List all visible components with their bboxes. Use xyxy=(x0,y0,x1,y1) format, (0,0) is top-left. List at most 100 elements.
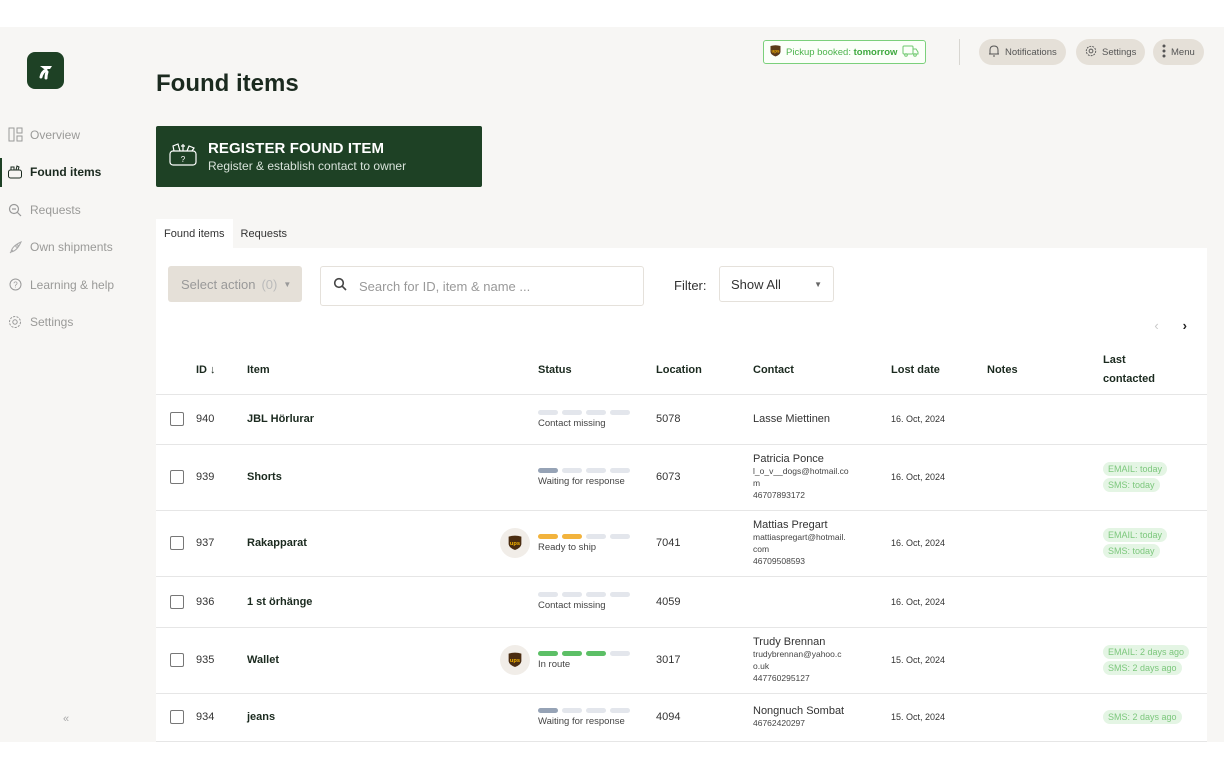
cell-last-contacted: SMS: 2 days ago xyxy=(1103,693,1207,742)
table-row[interactable]: 934 jeans Waiting for response 4094 Nongnuch… xyxy=(156,693,1207,742)
sidebar-item-requests[interactable]: Requests xyxy=(0,191,140,229)
menu-button[interactable]: Menu xyxy=(1153,39,1204,65)
cell-last-contacted: EMAIL: today SMS: today xyxy=(1103,444,1207,511)
column-header-lost-date[interactable]: Lost date xyxy=(891,347,987,395)
basket-icon xyxy=(7,164,23,180)
cell-notes xyxy=(987,627,1103,694)
last-contacted-badge: SMS: 2 days ago xyxy=(1103,661,1182,675)
svg-text:?: ? xyxy=(13,281,18,290)
cell-id: 934 xyxy=(196,693,247,742)
select-action-dropdown[interactable]: Select action (0) ▼ xyxy=(168,266,302,302)
progress-segment xyxy=(610,467,630,473)
cell-item[interactable]: Wallet xyxy=(247,627,538,694)
progress-segment xyxy=(586,650,606,656)
svg-text:ups: ups xyxy=(771,48,779,53)
row-checkbox[interactable] xyxy=(170,594,184,609)
sidebar-item-label: Learning & help xyxy=(30,277,115,292)
cell-location: 7041 xyxy=(656,510,753,577)
row-checkbox[interactable] xyxy=(170,536,184,550)
svg-text:ups: ups xyxy=(510,541,520,547)
progress-segment xyxy=(562,533,582,539)
sidebar-item-found-items[interactable]: Found items xyxy=(0,154,140,192)
register-found-item-button[interactable]: ? REGISTER FOUND ITEM Register & establi… xyxy=(156,126,482,187)
cell-location: 4059 xyxy=(656,576,753,628)
status-progress xyxy=(538,592,630,597)
svg-text:ups: ups xyxy=(510,658,520,664)
row-checkbox[interactable] xyxy=(170,653,184,667)
next-page-button[interactable]: › xyxy=(1183,318,1187,333)
row-checkbox[interactable] xyxy=(170,710,184,724)
search-input[interactable] xyxy=(359,278,619,294)
settings-button[interactable]: Settings xyxy=(1076,39,1146,65)
sidebar-item-learning-help[interactable]: ? Learning & help xyxy=(0,266,140,304)
progress-segment xyxy=(562,650,582,656)
cell-item[interactable]: Shorts xyxy=(247,444,538,511)
caret-down-icon: ▼ xyxy=(283,279,292,289)
progress-segment xyxy=(586,707,606,713)
table-row[interactable]: 937 Rakapparat ups Ready to ship 7041 Mattias… xyxy=(156,510,1207,577)
found-items-table: ID ↓ Item Status Location Contact Lost d… xyxy=(156,347,1207,742)
cell-lost-date: 16. Oct, 2024 xyxy=(891,444,987,511)
layout-icon xyxy=(7,127,23,143)
contact-detail: m xyxy=(753,478,761,488)
cell-contact: Trudy Brennan trudybrennan@yahoo.c o.uk 447… xyxy=(753,627,891,694)
sidebar-item-own-shipments[interactable]: Own shipments xyxy=(0,229,140,267)
cell-lost-date: 15. Oct, 2024 xyxy=(891,693,987,742)
row-checkbox[interactable] xyxy=(170,470,184,484)
cell-lost-date: 16. Oct, 2024 xyxy=(891,394,987,445)
logo-icon[interactable] xyxy=(27,52,64,89)
contact-detail: 447760295127 xyxy=(753,673,810,683)
cell-lost-date: 16. Oct, 2024 xyxy=(891,576,987,628)
column-header-item[interactable]: Item xyxy=(247,347,538,395)
page-title: Found items xyxy=(156,70,299,97)
table-row[interactable]: 939 Shorts Waiting for response 6073 Patrici… xyxy=(156,444,1207,511)
table-row[interactable]: 935 Wallet ups In route 3017 Trudy Brennan tru… xyxy=(156,627,1207,694)
status-text: Contact missing xyxy=(538,417,606,429)
cell-notes xyxy=(987,444,1103,511)
sidebar-item-overview[interactable]: Overview xyxy=(0,116,140,154)
collapse-sidebar-button[interactable]: « xyxy=(63,713,69,725)
search-icon xyxy=(7,202,23,218)
cell-status: Waiting for response xyxy=(538,693,656,742)
sidebar-nav: Overview Found items Requests Own shipme… xyxy=(0,116,140,341)
bell-icon xyxy=(988,44,1000,60)
notifications-button[interactable]: Notifications xyxy=(979,39,1066,65)
cell-lost-date: 15. Oct, 2024 xyxy=(891,627,987,694)
column-header-last-contacted[interactable]: Last contacted xyxy=(1103,347,1207,395)
filter-dropdown[interactable]: Show All ▼ xyxy=(719,266,834,302)
contact-name: Nongnuch Sombat xyxy=(753,705,845,717)
table-header-row: ID ↓ Item Status Location Contact Lost d… xyxy=(156,347,1207,395)
progress-segment xyxy=(586,467,606,473)
tab-found-items[interactable]: Found items xyxy=(156,219,233,248)
status-progress xyxy=(538,409,630,415)
column-header-notes[interactable]: Notes xyxy=(987,347,1103,395)
cell-location: 3017 xyxy=(656,627,753,694)
table-row[interactable]: 936 1 st örhänge Contact missing 4059 16. Oc… xyxy=(156,576,1207,628)
cell-item[interactable]: jeans xyxy=(247,693,538,742)
rocket-icon xyxy=(7,239,23,255)
more-vertical-icon xyxy=(1162,44,1166,61)
cell-status: Contact missing xyxy=(538,576,656,628)
cell-item[interactable]: JBL Hörlurar xyxy=(247,394,538,445)
caret-down-icon: ▼ xyxy=(814,279,822,289)
cell-status: ups Ready to ship xyxy=(500,510,656,577)
column-header-id[interactable]: ID ↓ xyxy=(196,347,247,395)
prev-page-button[interactable]: ‹ xyxy=(1154,318,1158,333)
row-checkbox[interactable] xyxy=(170,412,184,426)
column-header-location[interactable]: Location xyxy=(656,347,753,395)
sidebar-item-label: Found items xyxy=(30,165,102,180)
status-text: Waiting for response xyxy=(538,475,625,487)
cell-id: 936 xyxy=(196,576,247,628)
cell-item[interactable]: 1 st örhänge xyxy=(247,576,538,628)
sidebar-item-settings[interactable]: Settings xyxy=(0,304,140,342)
column-header-contact[interactable]: Contact xyxy=(753,347,891,395)
basket-icon: ? xyxy=(168,141,198,172)
tab-requests[interactable]: Requests xyxy=(233,219,295,248)
table-row[interactable]: 940 JBL Hörlurar Contact missing 5078 Lasse … xyxy=(156,394,1207,445)
cell-item[interactable]: Rakapparat xyxy=(247,510,538,577)
pickup-status-badge[interactable]: ups Pickup booked: tomorrow xyxy=(763,40,927,64)
column-header-status[interactable]: Status xyxy=(538,347,656,395)
status-progress xyxy=(538,533,630,539)
truck-icon xyxy=(902,45,919,60)
search-field[interactable] xyxy=(320,266,644,306)
